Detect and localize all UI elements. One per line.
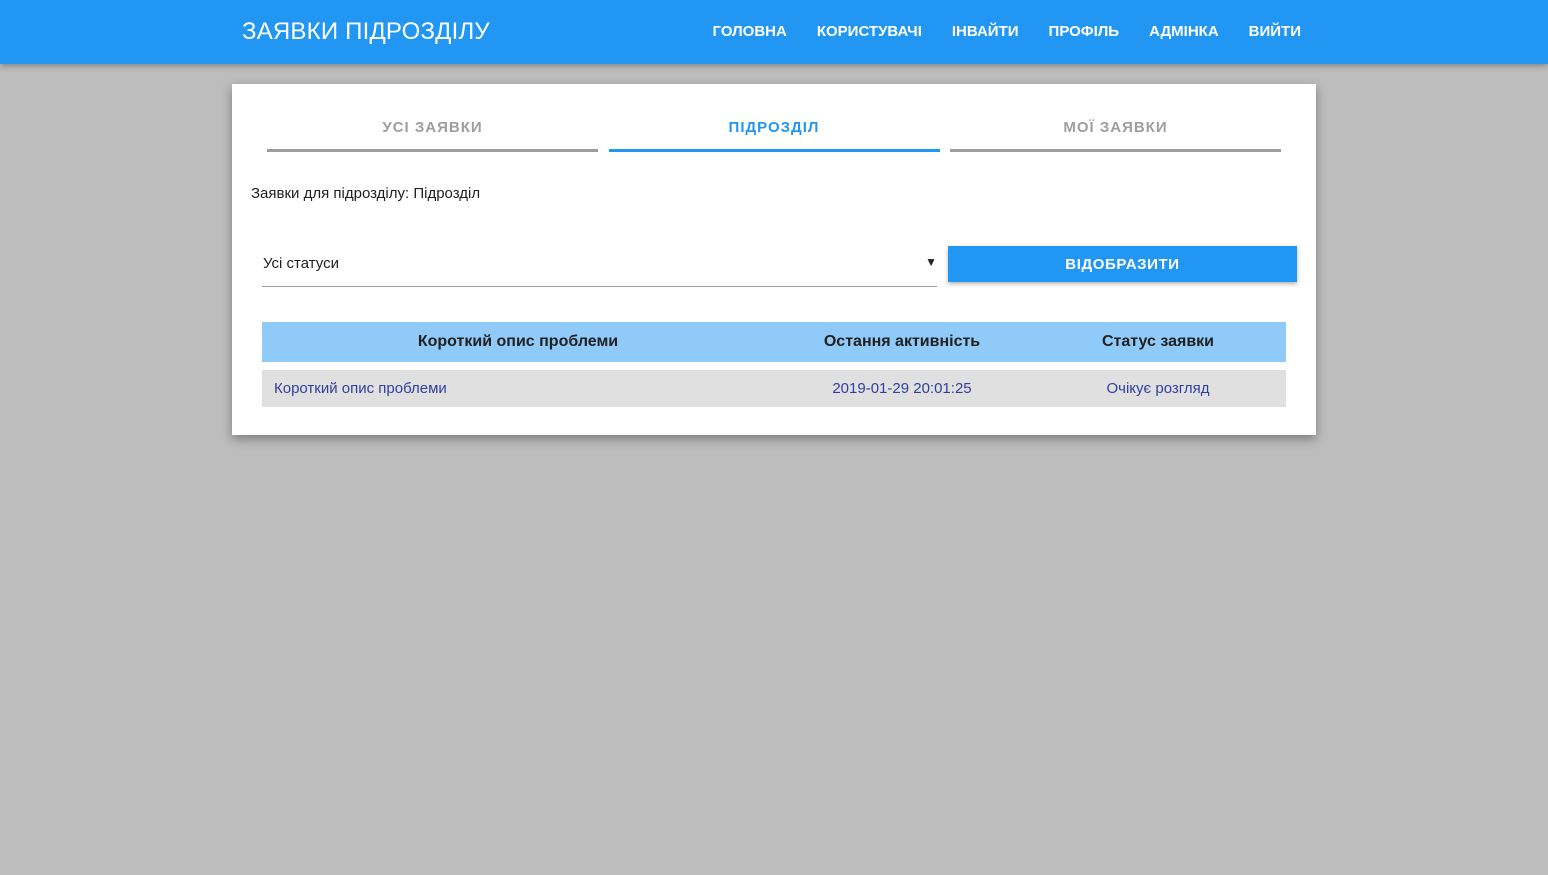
cell-description[interactable]: Короткий опис проблеми [262, 380, 774, 397]
tab-my-requests[interactable]: МОЇ ЗАЯВКИ [950, 108, 1281, 152]
tab-department[interactable]: ПІДРОЗДІЛ [608, 108, 940, 152]
table-header: Короткий опис проблеми Остання активніст… [262, 322, 1286, 362]
nav-logout[interactable]: ВИЙТИ [1234, 0, 1316, 64]
display-button[interactable]: ВІДОБРАЗИТИ [948, 246, 1297, 282]
column-header-status: Статус заявки [1101, 333, 1215, 350]
nav-invites[interactable]: ІНВАЙТИ [937, 0, 1034, 64]
page-title: ЗАЯВКИ ПІДРОЗДІЛУ [242, 18, 490, 45]
cell-last-activity: 2019-01-29 20:01:25 [832, 380, 972, 397]
nav-users[interactable]: КОРИСТУВАЧІ [802, 0, 937, 64]
app-bar: ЗАЯВКИ ПІДРОЗДІЛУ ГОЛОВНА КОРИСТУВАЧІ ІН… [0, 0, 1548, 64]
table-row[interactable]: Короткий опис проблеми 2019-01-29 20:01:… [262, 370, 1286, 407]
nav-profile[interactable]: ПРОФІЛЬ [1034, 0, 1135, 64]
status-select[interactable]: Усі статуси ▼ [262, 244, 937, 287]
cell-status: Очікує розгляд [1106, 380, 1210, 397]
requests-table: Короткий опис проблеми Остання активніст… [262, 322, 1286, 407]
requests-card: УСІ ЗАЯВКИ ПІДРОЗДІЛ МОЇ ЗАЯВКИ Заявки д… [232, 84, 1316, 435]
column-header-description: Короткий опис проблеми [417, 333, 619, 350]
status-select-value: Усі статуси [263, 255, 339, 272]
dropdown-arrow-icon: ▼ [925, 255, 937, 269]
nav-admin[interactable]: АДМІНКА [1134, 0, 1234, 64]
tab-all-requests[interactable]: УСІ ЗАЯВКИ [267, 108, 598, 152]
department-subtitle: Заявки для підрозділу: Підрозділ [251, 185, 481, 202]
tab-bar: УСІ ЗАЯВКИ ПІДРОЗДІЛ МОЇ ЗАЯВКИ [267, 108, 1281, 152]
top-nav: ГОЛОВНА КОРИСТУВАЧІ ІНВАЙТИ ПРОФІЛЬ АДМІ… [698, 0, 1316, 64]
column-header-last-activity: Остання активність [823, 333, 981, 350]
nav-home[interactable]: ГОЛОВНА [698, 0, 802, 64]
